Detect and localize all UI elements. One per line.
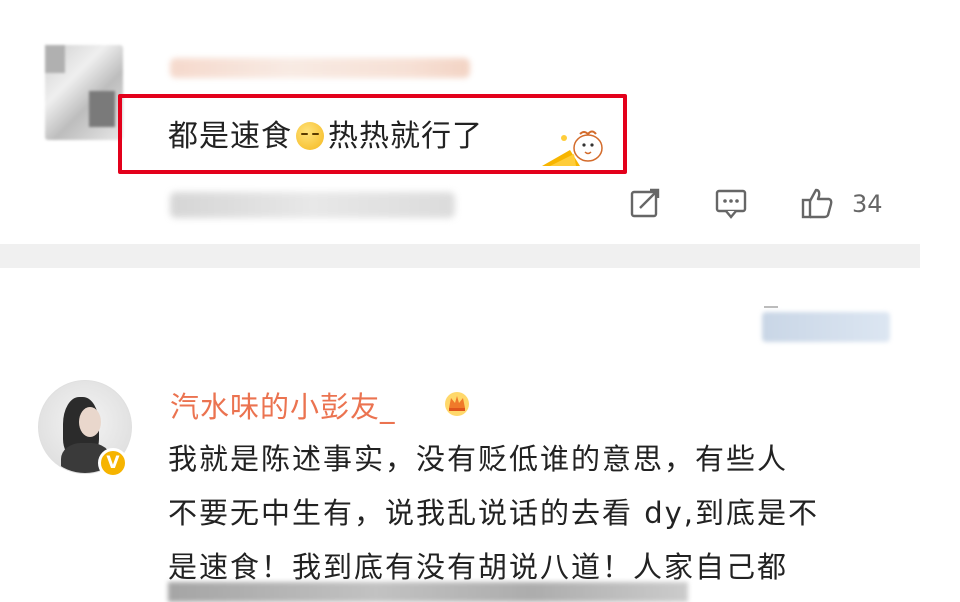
- reply-line-cut-off: [168, 582, 688, 602]
- chick-sticker-icon: [542, 130, 603, 166]
- comment-icon[interactable]: [714, 186, 748, 220]
- top-comment-text: 都是速食 热热就行了: [168, 111, 483, 155]
- reply-comment-text: 我就是陈述事实，没有贬低谁的意思，有些人 不要无中生有，说我乱说话的去看 dy,…: [168, 432, 888, 594]
- reply-line-1: 我就是陈述事实，没有贬低谁的意思，有些人: [168, 442, 789, 476]
- share-icon[interactable]: [628, 186, 662, 220]
- thumbs-up-icon[interactable]: [800, 186, 834, 220]
- top-comment-text-before: 都是速食: [168, 119, 292, 154]
- username-link[interactable]: 汽水味的小彭友_: [170, 384, 396, 426]
- top-comment-text-after: 热热就行了: [328, 119, 483, 154]
- crying-face-emoji-icon: [296, 122, 324, 150]
- like-count: 34: [852, 190, 883, 218]
- comment-meta-blurred: [170, 192, 455, 218]
- verified-v-icon: V: [98, 448, 128, 478]
- side-info-blurred: [762, 312, 890, 342]
- commenter-avatar-blurred[interactable]: [45, 45, 123, 140]
- crown-badge-icon: [445, 392, 469, 416]
- section-divider: [0, 244, 920, 268]
- reply-line-2: 不要无中生有，说我乱说话的去看 dy,到底是不: [168, 496, 820, 530]
- side-mark: [764, 306, 778, 308]
- commenter-name-blurred[interactable]: [170, 58, 470, 78]
